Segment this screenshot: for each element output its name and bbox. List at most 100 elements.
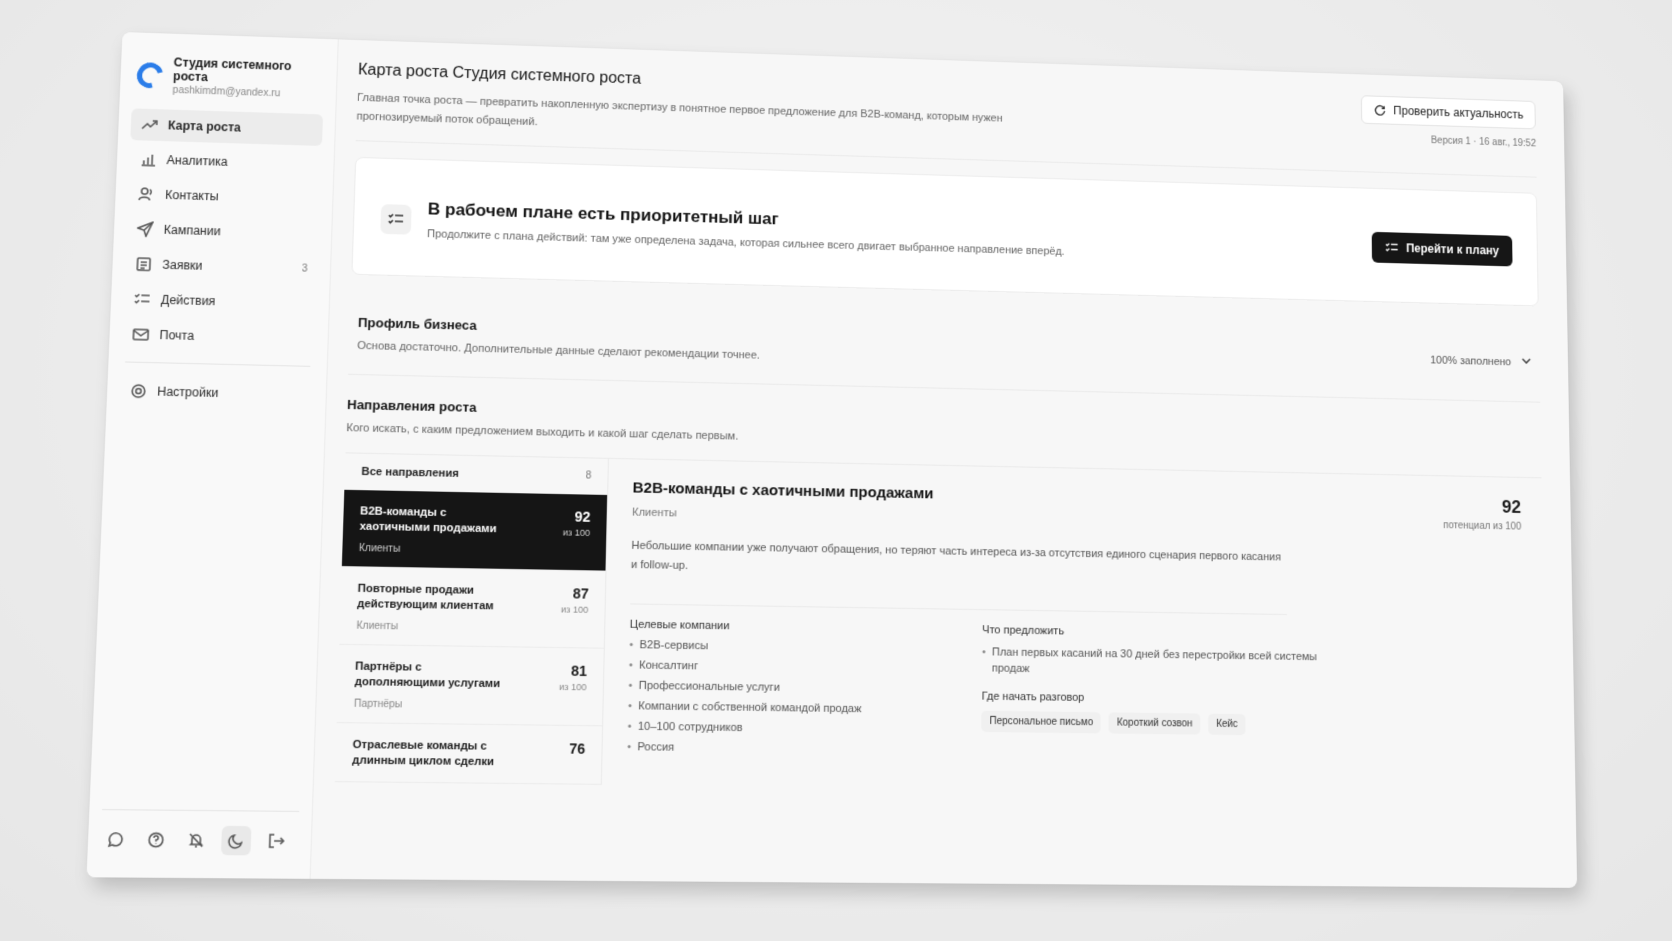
brand-logo-icon (132, 57, 169, 93)
direction-score: 87 (572, 585, 589, 602)
target-companies-column: Целевые компании B2B-сервисы Консалтинг … (627, 619, 863, 764)
sidebar-item-label: Заявки (162, 257, 203, 273)
sidebar-item-campaigns[interactable]: Кампании (126, 213, 320, 250)
sidebar-item-label: Кампании (163, 222, 221, 239)
offer-item: План первых касаний на 30 дней без перес… (982, 644, 1327, 681)
direction-score: 81 (570, 662, 588, 680)
offer-column: Что предложить План первых касаний на 30… (981, 624, 1327, 769)
analytics-icon (139, 151, 156, 167)
targets-title: Целевые компании (629, 618, 730, 633)
target-item: Профессиональные услуги (628, 680, 861, 695)
sidebar-item-label: Аналитика (166, 153, 228, 169)
direction-score-of: из 100 (559, 681, 587, 693)
logout-button[interactable] (261, 826, 291, 856)
direction-name: Отраслевые команды с длинным циклом сдел… (351, 738, 495, 769)
sidebar-item-label: Контакты (164, 187, 219, 204)
target-item: 10–100 сотрудников (628, 720, 862, 735)
direction-score: 76 (568, 740, 586, 757)
profile-subtitle: Основа достаточно. Дополнительные данные… (357, 339, 760, 362)
profile-fill-status: 100% заполнено (1430, 354, 1512, 368)
profile-fill-toggle[interactable]: 100% заполнено (1430, 353, 1532, 370)
direction-detail: B2B-команды с хаотичными продажами Клиен… (602, 459, 1547, 795)
brand-email: pashkimdm@yandex.ru (172, 84, 281, 100)
sidebar-item-growth-map[interactable]: Карта роста (130, 108, 324, 146)
target-item: Консалтинг (629, 659, 862, 674)
version-info: Версия 1 · 16 авг., 19:52 (1430, 135, 1537, 150)
detail-score: 92 (1501, 496, 1522, 517)
target-item: Компании с собственной командой продаж (628, 700, 861, 715)
brand[interactable]: Студия системного роста pashkimdm@yandex… (132, 50, 325, 114)
sidebar-item-label: Почта (159, 327, 195, 343)
detail-title: B2B-команды с хаотичными продажами (632, 479, 934, 503)
help-icon (147, 831, 165, 848)
checklist-icon (380, 203, 412, 235)
sidebar: Студия системного роста pashkimdm@yandex… (86, 31, 339, 879)
logout-icon (268, 833, 285, 850)
direction-name: B2B-команды с хаотичными продажами (359, 505, 497, 536)
sidebar-item-analytics[interactable]: Аналитика (129, 143, 322, 180)
sidebar-item-label: Карта роста (167, 118, 242, 135)
chat-button[interactable] (100, 825, 131, 855)
direction-item[interactable]: Повторные продажи действующим клиентам К… (339, 567, 606, 649)
direction-item[interactable]: Партнёры с дополняющими услугами Партнёр… (336, 644, 604, 727)
priority-step-card: В рабочем плане есть приоритетный шаг Пр… (351, 156, 1539, 307)
sidebar-item-requests[interactable]: Заявки 3 (124, 248, 318, 285)
target-item: Россия (627, 741, 861, 756)
sidebar-item-actions[interactable]: Действия (123, 283, 317, 320)
all-directions-filter[interactable]: Все направления 8 (344, 453, 608, 495)
direction-item[interactable]: B2B-команды с хаотичными продажами Клиен… (341, 489, 608, 572)
gear-icon (130, 383, 147, 400)
direction-category: Партнёры (353, 698, 403, 711)
list-icon (1385, 240, 1398, 254)
help-button[interactable] (141, 825, 172, 855)
go-to-plan-label: Перейти к плану (1405, 240, 1500, 258)
check-relevance-label: Проверить актуальность (1393, 103, 1524, 122)
detail-category: Клиенты (631, 506, 677, 520)
sidebar-item-contacts[interactable]: Контакты (127, 178, 320, 215)
refresh-icon (1373, 103, 1386, 117)
tag-short-call[interactable]: Короткий созвон (1108, 712, 1201, 735)
requests-icon (135, 256, 152, 272)
page-description: Главная точка роста — превратить накопле… (356, 91, 1003, 129)
directions-list: Все направления 8 B2B-команды с хаотичны… (334, 453, 609, 785)
direction-category: Клиенты (356, 620, 399, 633)
header-actions: Проверить актуальность Версия 1 · 16 авг… (1361, 95, 1536, 149)
sidebar-item-settings[interactable]: Настройки (119, 375, 314, 412)
requests-count-badge: 3 (301, 263, 308, 275)
bell-off-icon (187, 832, 205, 849)
direction-score-of: из 100 (560, 604, 589, 615)
chat-icon (107, 831, 125, 848)
direction-name: Повторные продажи действующим клиентам (356, 582, 494, 613)
screen-background: Студия системного роста pashkimdm@yandex… (0, 0, 1672, 941)
main-content: Карта роста Студия системного роста Глав… (311, 39, 1578, 888)
sidebar-footer (100, 809, 300, 856)
mail-icon (132, 326, 149, 343)
notifications-button[interactable] (181, 825, 212, 855)
all-directions-label: Все направления (361, 465, 459, 480)
direction-score-of: из 100 (562, 527, 591, 538)
checklist-icon (134, 291, 151, 308)
detail-description: Небольшие компании уже получают обращени… (630, 536, 1287, 616)
profile-title: Профиль бизнеса (357, 314, 477, 333)
offer-title: Что предложить (982, 624, 1065, 638)
sidebar-item-mail[interactable]: Почта (121, 318, 315, 355)
direction-score: 92 (574, 508, 591, 525)
detail-score-of: потенциал из 100 (1443, 520, 1522, 533)
check-relevance-button[interactable]: Проверить актуальность (1361, 95, 1536, 130)
direction-name: Партнёры с дополняющими услугами (354, 660, 501, 691)
go-to-plan-button[interactable]: Перейти к плану (1371, 231, 1513, 266)
send-icon (137, 221, 154, 237)
contacts-icon (138, 186, 155, 202)
directions-panel: Все направления 8 B2B-команды с хаотичны… (334, 452, 1547, 795)
sidebar-divider (125, 361, 311, 367)
sidebar-item-label: Действия (160, 292, 216, 309)
app-window: Студия системного роста pashkimdm@yandex… (86, 31, 1578, 888)
tag-case[interactable]: Кейс (1208, 713, 1246, 736)
moon-icon (228, 832, 245, 849)
chevron-down-icon (1521, 355, 1533, 370)
direction-item[interactable]: Отраслевые команды с длинным циклом сдел… (334, 723, 603, 785)
tag-personal-letter[interactable]: Персональное письмо (981, 710, 1102, 734)
target-item: B2B-сервисы (629, 639, 862, 655)
theme-toggle-button[interactable] (220, 825, 252, 856)
sidebar-item-label: Настройки (156, 384, 219, 401)
